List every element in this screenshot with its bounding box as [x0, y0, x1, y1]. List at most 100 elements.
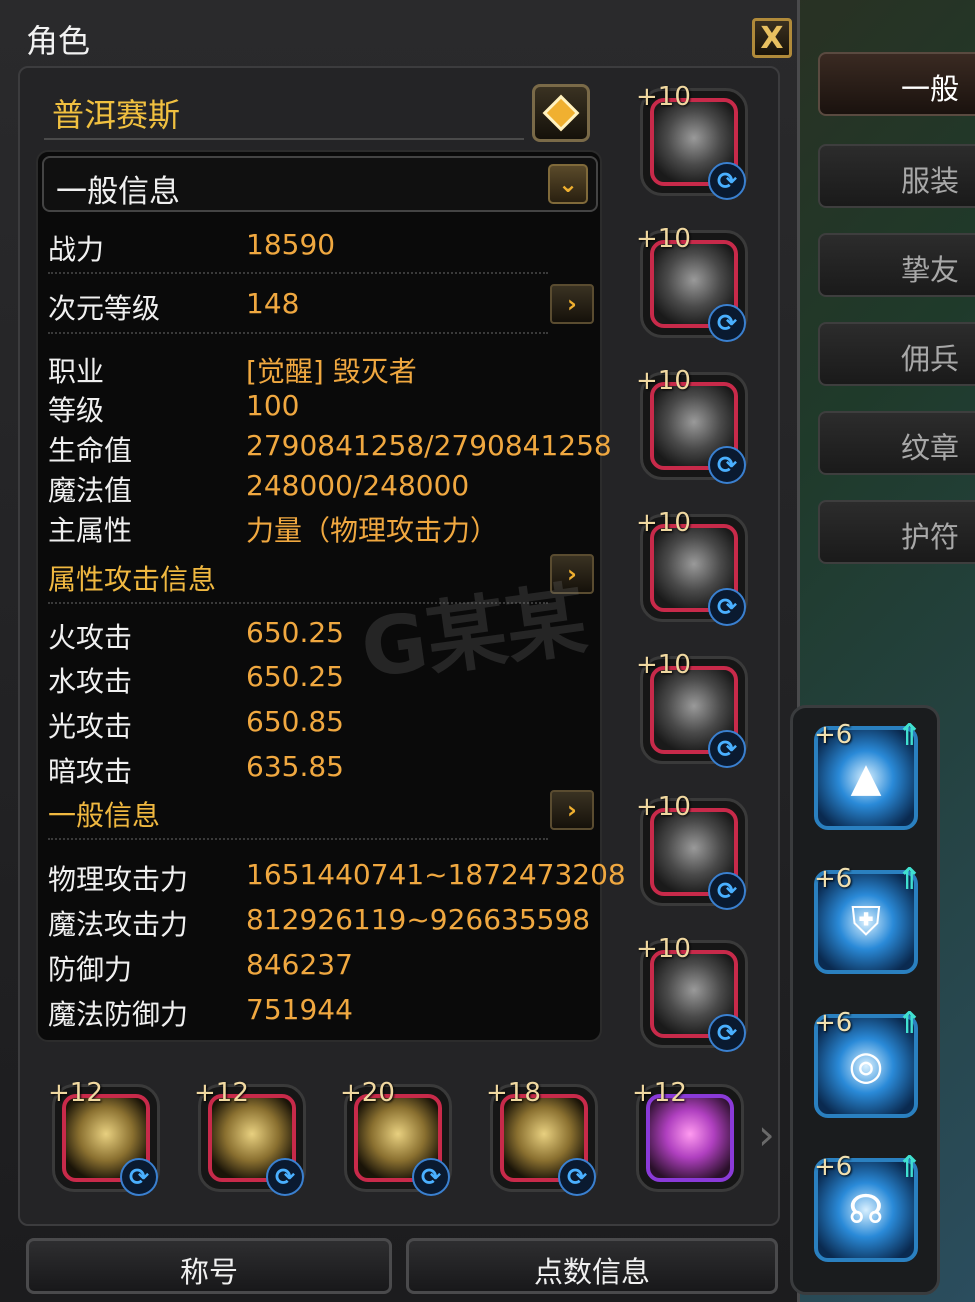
tab-general[interactable]: 一般: [818, 52, 975, 116]
upgrade-arrow-icon: ⇑: [896, 718, 922, 753]
stat-value-fire: 650.25: [246, 616, 344, 649]
stat-row-combat-power: 战力: [48, 228, 104, 268]
equip-slot-helmet[interactable]: +10 ⟳: [632, 80, 752, 204]
enhance-level: +18: [486, 1078, 541, 1108]
section-title: 一般信息: [48, 799, 161, 832]
stat-label: 主属性: [48, 514, 133, 547]
tab-costume[interactable]: 服装: [818, 144, 975, 208]
stat-value-dark: 635.85: [246, 750, 344, 783]
stat-label: 火攻击: [48, 621, 133, 654]
character-switch-button[interactable]: [532, 84, 590, 142]
stat-label: 水攻击: [48, 665, 133, 698]
refresh-icon[interactable]: ⟳: [708, 588, 746, 626]
enhance-level: +12: [194, 1078, 249, 1108]
equip-slot-weapon[interactable]: +10 ⟳: [632, 790, 752, 914]
refresh-icon[interactable]: ⟳: [708, 730, 746, 768]
points-info-button[interactable]: 点数信息: [406, 1238, 778, 1294]
tab-friend[interactable]: 挚友: [818, 233, 975, 297]
rune-slot-3[interactable]: ◎ +6 ⇑: [800, 1000, 926, 1126]
stat-row-mag-def: 魔法防御力: [48, 993, 188, 1033]
diamond-icon: [542, 94, 580, 132]
stat-row-mp: 魔法值: [48, 469, 132, 509]
rune-slot-1[interactable]: ▲ +6 ⇑: [800, 712, 926, 838]
stat-label: 等级: [48, 394, 105, 427]
equip-slot-ring-2[interactable]: +18 ⟳: [482, 1076, 602, 1200]
title-bar: 角色 X: [0, 0, 800, 66]
equip-slot-chest[interactable]: +10 ⟳: [632, 364, 752, 488]
refresh-icon[interactable]: ⟳: [120, 1158, 158, 1196]
equip-slot-gauntlet[interactable]: +10 ⟳: [632, 648, 752, 772]
enhance-level: +10: [636, 934, 691, 964]
enhance-level: +6: [814, 720, 853, 750]
stat-value-water: 650.25: [246, 660, 344, 693]
equip-slot-ring-1[interactable]: +20 ⟳: [336, 1076, 456, 1200]
enhance-level: +6: [814, 1152, 853, 1182]
stat-row-light: 光攻击: [48, 705, 132, 745]
refresh-icon[interactable]: ⟳: [266, 1158, 304, 1196]
stat-value-main-attr: 力量（物理攻击力）: [246, 514, 499, 547]
equip-slot-shoulder[interactable]: +10 ⟳: [632, 222, 752, 346]
tab-talisman[interactable]: 护符: [818, 500, 975, 564]
stat-value-dimension-level: 148: [246, 287, 300, 320]
dropdown-label: 一般信息: [56, 174, 180, 210]
tab-mercenary[interactable]: 佣兵: [818, 322, 975, 386]
equip-slot-boots[interactable]: +10 ⟳: [632, 932, 752, 1056]
equip-slot-crystal[interactable]: +12: [628, 1076, 748, 1200]
character-window: 角色 X 普洱赛斯 一般信息 ⌄ 战力 18590 次元等级 148 › 职业 …: [0, 0, 800, 1302]
refresh-icon[interactable]: ⟳: [708, 1014, 746, 1052]
stat-value-hp: 2790841258/2790841258: [246, 429, 612, 462]
stat-row-water: 水攻击: [48, 660, 132, 700]
stat-row-fire: 火攻击: [48, 616, 132, 656]
stat-value-phys-atk: 1651440741~1872473208: [246, 858, 626, 891]
tab-emblem[interactable]: 纹章: [818, 411, 975, 475]
info-dropdown[interactable]: 一般信息 ⌄: [42, 156, 598, 212]
equip-slot-necklace[interactable]: +12 ⟳: [44, 1076, 164, 1200]
stat-value-light: 650.85: [246, 705, 344, 738]
stat-label: 战力: [48, 233, 105, 266]
window-title: 角色: [26, 22, 91, 60]
close-button[interactable]: X: [752, 18, 792, 58]
dimension-level-arrow-button[interactable]: ›: [550, 284, 594, 324]
equip-slot-legs[interactable]: +10 ⟳: [632, 506, 752, 630]
enhance-level: +10: [636, 508, 691, 538]
stat-label: 职业: [48, 355, 105, 388]
refresh-icon[interactable]: ⟳: [412, 1158, 450, 1196]
refresh-icon[interactable]: ⟳: [708, 872, 746, 910]
enhance-level: +10: [636, 224, 691, 254]
upgrade-arrow-icon: ⇑: [896, 1006, 922, 1041]
chevron-down-icon[interactable]: ⌄: [548, 164, 588, 204]
rune-slot-2[interactable]: ⛨ +6 ⇑: [800, 856, 926, 982]
stat-row-phys-atk: 物理攻击力: [48, 858, 188, 898]
name-divider: [44, 138, 524, 140]
equip-slot-earring[interactable]: +12 ⟳: [190, 1076, 310, 1200]
rune-slot-4[interactable]: ☊ +6 ⇑: [800, 1144, 926, 1270]
enhance-level: +12: [632, 1078, 687, 1108]
enhance-level: +6: [814, 864, 853, 894]
title-button[interactable]: 称号: [26, 1238, 392, 1294]
stat-row-hp: 生命值: [48, 429, 132, 469]
divider: [48, 272, 548, 274]
stat-value-combat-power: 18590: [246, 228, 336, 261]
general-arrow-button[interactable]: ›: [550, 790, 594, 830]
enhance-level: +10: [636, 792, 691, 822]
stat-row-defense: 防御力: [48, 948, 132, 988]
refresh-icon[interactable]: ⟳: [708, 304, 746, 342]
stat-value-level: 100: [246, 389, 300, 422]
elemental-section-header: 属性攻击信息: [48, 558, 216, 598]
stat-label: 魔法防御力: [48, 998, 189, 1031]
upgrade-arrow-icon: ⇑: [896, 1150, 922, 1185]
stat-label: 光攻击: [48, 710, 133, 743]
enhance-level: +20: [340, 1078, 395, 1108]
stat-value-job: [觉醒] 毁灭者: [246, 355, 417, 388]
stat-label: 魔法攻击力: [48, 908, 189, 941]
enhance-level: +10: [636, 82, 691, 112]
stat-label: 暗攻击: [48, 755, 133, 788]
refresh-icon[interactable]: ⟳: [708, 162, 746, 200]
stat-label: 次元等级: [48, 292, 161, 325]
stat-label: 生命值: [48, 434, 133, 467]
enhance-level: +12: [48, 1078, 103, 1108]
stat-label: 防御力: [48, 953, 133, 986]
refresh-icon[interactable]: ⟳: [708, 446, 746, 484]
refresh-icon[interactable]: ⟳: [558, 1158, 596, 1196]
stat-row-main-attr: 主属性: [48, 509, 132, 549]
